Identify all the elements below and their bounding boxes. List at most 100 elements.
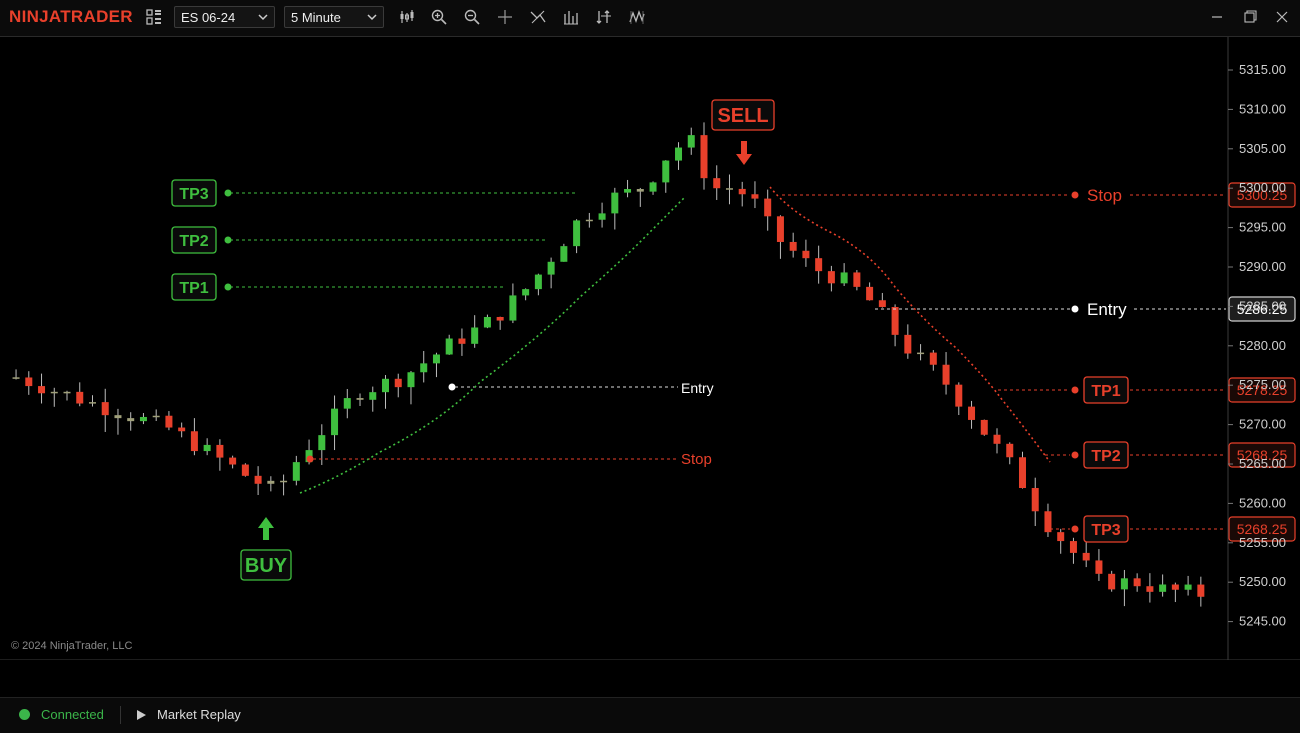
sell-signal-text: SELL [717,105,768,127]
candle-body [1120,578,1128,590]
candle-body [815,258,823,272]
price-tick-label: 5250.00 [1239,574,1286,589]
sell-tp3-label-text: TP3 [1091,522,1120,539]
market-replay-button[interactable]: Market Replay [157,707,241,722]
candle-body [968,406,976,420]
zoom-out-icon[interactable] [461,6,483,28]
candle-body [127,418,135,422]
buy-tp2-label-text: TP2 [179,233,208,250]
candle-body [12,377,20,379]
sell-stop-label: Stop [1087,186,1122,205]
candle-body [980,419,988,435]
indicators-icon[interactable] [560,6,582,28]
candle-body [891,306,899,335]
candle-body [1133,578,1141,587]
candle-body [496,316,504,321]
buy-tp2-label: TP2 [171,226,217,254]
buy-tp1-label: TP1 [171,273,217,301]
sell-target-dot [1071,451,1079,459]
price-tick-label: 5275.00 [1239,377,1286,392]
connection-status-icon [19,709,30,720]
buy-stop-dot [306,455,314,463]
minimize-icon[interactable] [1208,8,1226,26]
instrument-value: ES 06-24 [181,10,236,25]
strategies-icon[interactable] [593,6,615,28]
price-tick-label: 5290.00 [1239,259,1286,274]
candle-body [203,444,211,452]
maximize-icon[interactable] [1241,8,1259,26]
candle-body [1171,584,1179,590]
candle-body [955,384,963,407]
crosshair-icon[interactable] [494,6,516,28]
status-divider [120,706,121,724]
sell-tp1-label-text: TP1 [1091,383,1120,400]
candle-body [88,402,96,404]
candle-body [509,295,517,321]
candle-body [76,391,84,404]
candle-body [343,398,351,409]
candle-body [1057,532,1065,542]
candle-body [1069,541,1077,553]
close-icon[interactable] [1273,8,1291,26]
candle-body [675,147,683,161]
candle-body [853,272,861,287]
candle-body [624,189,632,193]
buy-signal-text: BUY [245,555,288,577]
candle-body [101,402,109,416]
candle-body [802,250,810,259]
price-tick-label: 5285.00 [1239,298,1286,313]
candle-body [63,391,71,394]
candle-body [700,135,708,179]
candle-body [866,286,874,301]
draw-tools-icon[interactable] [527,6,549,28]
sell-target-dot [1071,386,1079,394]
candle-body [547,261,555,275]
buy-entry-dot [448,383,456,391]
sell-tp2-label: TP2 [1083,441,1129,469]
connection-status: Connected [41,707,104,722]
candle-body [687,135,695,148]
interval-select[interactable]: 5 Minute [284,6,384,28]
sell-stop-dot [1071,191,1079,199]
instrument-select[interactable]: ES 06-24 [174,6,275,28]
candle-body [993,434,1001,444]
bar-type-icon[interactable] [396,6,418,28]
price-chart[interactable]: TP1TP2TP3EntryStopBUYSELLStop 5300.25Entr… [0,37,1300,660]
price-tick-label: 5270.00 [1239,417,1286,432]
candle-body [649,182,657,192]
candle-body [904,334,912,354]
candle [560,243,568,262]
candle-body [662,160,670,183]
candle-body [394,378,402,388]
candle-body [356,398,364,400]
candle-body [764,198,772,217]
candle-body [1146,586,1154,592]
candle-body [50,391,58,394]
candle-body [382,378,390,393]
candle-body [1031,488,1039,512]
candle-body [942,364,950,385]
candle-body [38,386,46,394]
candle-body [369,392,377,400]
candle-body [471,327,479,344]
candle-body [917,352,925,355]
instrument-list-icon[interactable] [143,6,165,28]
toolbar: NINJATRADER ES 06-24 5 Minute [0,0,1300,37]
candle-body [534,274,542,290]
candle-body [1082,552,1090,561]
chart-style-icon[interactable] [626,6,648,28]
candle-body [776,216,784,242]
candle-body [483,316,491,328]
candle-body [139,416,147,422]
candle-body [420,363,428,373]
copyright-text: © 2024 NinjaTrader, LLC [11,640,133,652]
sell-target-dot [1071,525,1079,533]
candle-body [560,246,568,262]
candle-body [318,435,326,451]
play-icon[interactable] [135,709,147,721]
sell-signal: SELL [711,99,775,131]
zoom-in-icon[interactable] [428,6,450,28]
candle-body [407,372,415,388]
price-tick-label: 5315.00 [1239,62,1286,77]
candle-body [1018,457,1026,489]
